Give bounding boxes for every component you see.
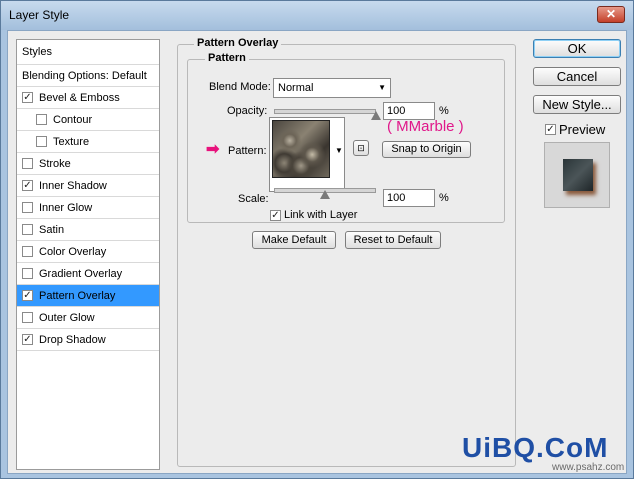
style-item-label: Drop Shadow <box>39 333 106 346</box>
reset-to-default-label: Reset to Default <box>353 234 433 246</box>
style-item-label: Inner Glow <box>39 201 93 214</box>
link-with-layer-check-icon: ✓ <box>270 209 281 221</box>
style-item-label: Stroke <box>39 157 71 170</box>
style-item-inner-shadow[interactable]: ✓ Inner Shadow <box>17 175 159 197</box>
checkbox-icon[interactable] <box>36 136 47 147</box>
pattern-label: Pattern: <box>228 145 267 157</box>
checkbox-icon[interactable] <box>22 202 33 213</box>
scale-value: 100 <box>387 192 406 204</box>
make-default-label: Make Default <box>261 234 327 246</box>
styles-list: Styles Blending Options: Default ✓ Bevel … <box>16 39 160 470</box>
dialog-client-area: Styles Blending Options: Default ✓ Bevel … <box>7 30 627 474</box>
pattern-picker-chevron-icon: ▼ <box>335 146 343 155</box>
blend-mode-value: Normal <box>278 82 314 94</box>
chevron-down-icon: ▼ <box>378 83 386 92</box>
style-item-gradient-overlay[interactable]: Gradient Overlay <box>17 263 159 285</box>
scale-input[interactable]: 100 <box>383 189 435 207</box>
pattern-picker[interactable]: ▼ <box>269 117 345 192</box>
title-bar[interactable]: Layer Style ✕ <box>1 1 633 30</box>
blend-mode-dropdown[interactable]: Normal ▼ <box>273 78 391 98</box>
styles-header-label: Styles <box>22 46 52 58</box>
style-item-texture[interactable]: Texture <box>17 131 159 153</box>
styles-header[interactable]: Styles <box>17 40 159 65</box>
checkbox-icon[interactable] <box>36 114 47 125</box>
preview-label: Preview <box>559 122 606 137</box>
style-item-label: Satin <box>39 223 65 236</box>
link-with-layer-checkbox[interactable]: ✓ Link with Layer <box>270 209 357 221</box>
style-item-satin[interactable]: Satin <box>17 219 159 241</box>
pattern-overlay-title: Pattern Overlay <box>194 37 282 49</box>
style-item-stroke[interactable]: Stroke <box>17 153 159 175</box>
layer-style-window: Layer Style ✕ Styles Blending Options: D… <box>0 0 634 479</box>
snap-to-origin-button[interactable]: Snap to Origin <box>382 141 471 158</box>
style-item-label: Color Overlay <box>39 245 107 258</box>
blending-options-item[interactable]: Blending Options: Default <box>17 65 159 87</box>
annotation-arrow-icon: ➡ <box>206 141 220 158</box>
opacity-slider-track[interactable] <box>274 109 376 114</box>
checkbox-icon[interactable] <box>22 158 33 169</box>
checkbox-icon[interactable] <box>22 224 33 235</box>
close-icon: ✕ <box>605 7 617 21</box>
checkbox-icon[interactable]: ✓ <box>22 334 33 345</box>
ok-button[interactable]: OK <box>533 39 621 58</box>
opacity-value: 100 <box>387 105 406 117</box>
pattern-inner-group: Pattern Blend Mode: Normal ▼ Opacity: 10… <box>187 52 505 223</box>
style-item-color-overlay[interactable]: Color Overlay <box>17 241 159 263</box>
reset-to-default-button[interactable]: Reset to Default <box>345 231 441 249</box>
ok-label: OK <box>567 41 587 56</box>
pattern-overlay-group: Pattern Overlay Pattern Blend Mode: Norm… <box>177 37 516 467</box>
preview-swatch <box>563 159 593 191</box>
preview-checkbox[interactable]: ✓ Preview <box>545 122 605 137</box>
style-item-pattern-overlay[interactable]: ✓ Pattern Overlay <box>17 285 159 307</box>
annotation-text: ( MMarble ) <box>387 118 464 135</box>
blend-mode-label: Blend Mode: <box>209 81 271 93</box>
checkbox-icon[interactable] <box>22 246 33 257</box>
link-with-layer-label: Link with Layer <box>284 209 358 221</box>
style-item-label: Pattern Overlay <box>39 289 116 302</box>
snap-to-origin-label: Snap to Origin <box>391 143 462 155</box>
style-item-drop-shadow[interactable]: ✓ Drop Shadow <box>17 329 159 351</box>
cancel-label: Cancel <box>556 69 598 84</box>
style-item-contour[interactable]: Contour <box>17 109 159 131</box>
new-style-button[interactable]: New Style... <box>533 95 621 114</box>
checkbox-icon[interactable]: ✓ <box>22 92 33 103</box>
style-item-label: Outer Glow <box>39 311 95 324</box>
blending-options-label: Blending Options: Default <box>22 69 147 82</box>
scale-unit: % <box>439 192 449 204</box>
opacity-slider-thumb[interactable] <box>371 111 381 120</box>
style-item-label: Gradient Overlay <box>39 267 123 280</box>
style-preview-thumbnail <box>544 142 610 208</box>
watermark-url: www.psahz.com <box>552 462 625 473</box>
checkbox-icon[interactable]: ✓ <box>22 180 33 191</box>
opacity-label: Opacity: <box>227 105 268 117</box>
scale-slider-thumb[interactable] <box>320 190 330 199</box>
style-item-inner-glow[interactable]: Inner Glow <box>17 197 159 219</box>
style-item-label: Texture <box>53 135 90 148</box>
close-button[interactable]: ✕ <box>597 6 625 23</box>
opacity-unit: % <box>439 105 449 117</box>
new-preset-icon: ⊡ <box>357 143 365 153</box>
make-default-button[interactable]: Make Default <box>252 231 336 249</box>
new-style-label: New Style... <box>542 97 612 112</box>
pattern-swatch <box>272 120 330 178</box>
style-item-outer-glow[interactable]: Outer Glow <box>17 307 159 329</box>
checkbox-icon[interactable] <box>22 312 33 323</box>
preview-check-icon: ✓ <box>545 124 556 135</box>
checkbox-icon[interactable]: ✓ <box>22 290 33 301</box>
new-preset-button[interactable]: ⊡ <box>353 140 369 156</box>
watermark-logo: UiBQ.CoM <box>462 432 609 463</box>
cancel-button[interactable]: Cancel <box>533 67 621 86</box>
style-item-bevel-emboss[interactable]: ✓ Bevel & Emboss <box>17 87 159 109</box>
checkbox-icon[interactable] <box>22 268 33 279</box>
scale-label: Scale: <box>238 193 269 205</box>
pattern-group-title: Pattern <box>205 52 249 64</box>
window-title: Layer Style <box>9 8 70 22</box>
style-item-label: Inner Shadow <box>39 179 107 192</box>
style-item-label: Bevel & Emboss <box>39 91 120 104</box>
style-item-label: Contour <box>53 113 93 126</box>
